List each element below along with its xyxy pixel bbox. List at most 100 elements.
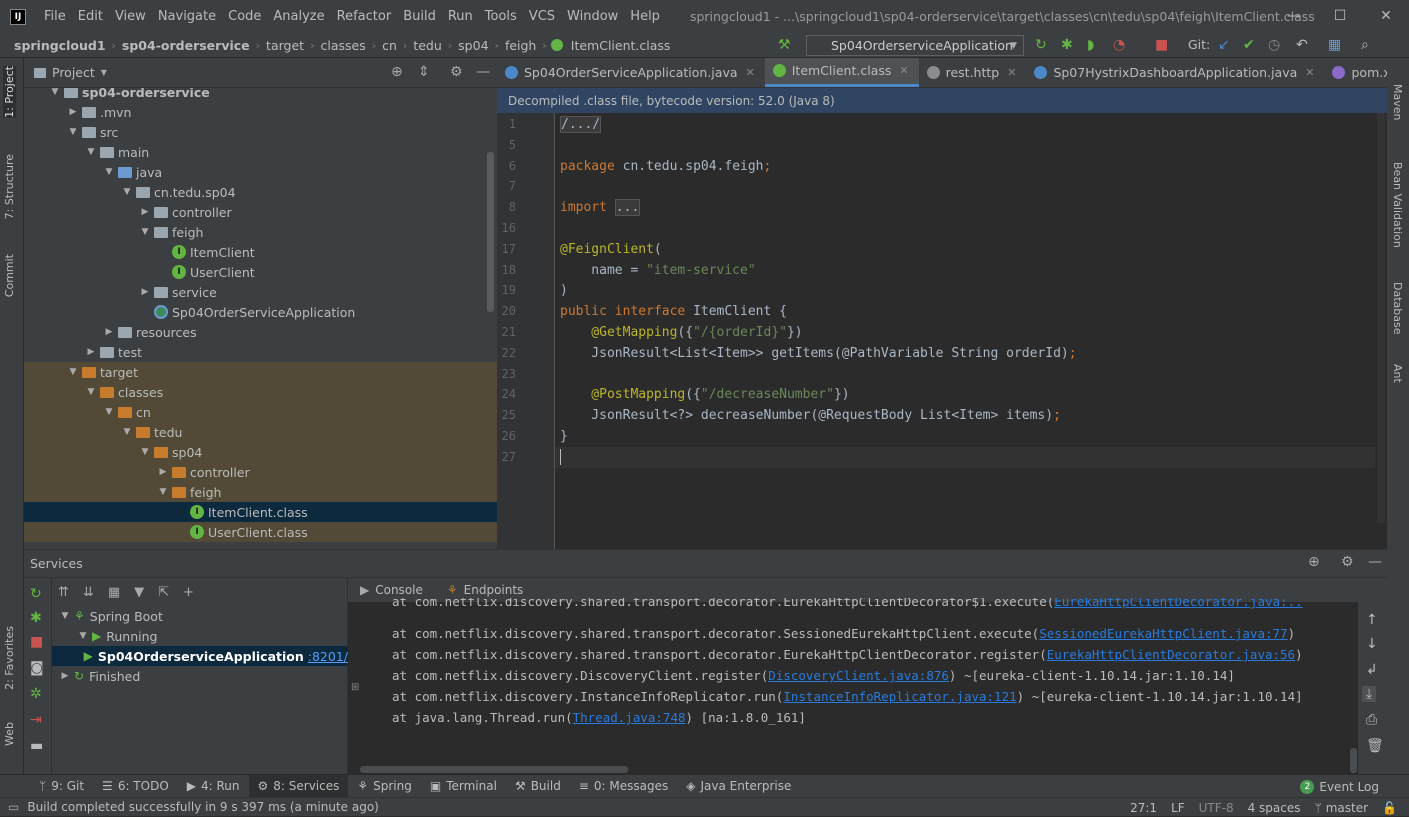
tree-item[interactable]: I ItemClient.class — [24, 502, 497, 522]
tree-item[interactable]: ▼ java — [24, 162, 497, 182]
print-icon[interactable]: ⎙ — [1366, 712, 1377, 728]
service-tree-item[interactable]: ▶ Sp04OrderserviceApplication:8201/ — [52, 646, 348, 666]
chevron-right-icon[interactable]: ▶ — [66, 107, 80, 117]
chevron-down-icon[interactable]: ▼ — [156, 487, 170, 497]
project-structure-icon[interactable]: ▦ — [1328, 37, 1341, 53]
chevron-down-icon[interactable]: ▼ — [66, 127, 80, 137]
tree-item[interactable]: ▼ cn — [24, 402, 497, 422]
lock-icon[interactable]: 🔓 — [1382, 801, 1397, 815]
chevron-right-icon[interactable]: ▶ — [138, 207, 152, 217]
tab-endpoints[interactable]: ⚘ Endpoints — [435, 583, 535, 597]
chevron-right-icon[interactable]: ▶ — [138, 287, 152, 297]
menu-navigate[interactable]: Navigate — [152, 9, 222, 24]
menu-file[interactable]: File — [38, 9, 72, 24]
chevron-down-icon[interactable]: ▼ — [66, 367, 80, 377]
indent-setting[interactable]: 4 spaces — [1248, 801, 1301, 815]
git-history-icon[interactable]: ◷ — [1268, 37, 1280, 53]
chevron-down-icon[interactable]: ▼ — [102, 407, 116, 417]
close-tab-icon[interactable]: ✕ — [1007, 66, 1016, 79]
breadcrumb-item[interactable]: feigh — [501, 38, 540, 53]
rerun-icon[interactable]: ↻ — [1035, 37, 1047, 53]
minimize-icon[interactable]: — — [1271, 0, 1317, 33]
line-separator[interactable]: LF — [1171, 801, 1185, 815]
down-arrow-icon[interactable]: ↓ — [1366, 636, 1378, 652]
service-port-link[interactable]: :8201/ — [308, 649, 348, 664]
chevron-right-icon[interactable]: ▶ — [84, 347, 98, 357]
editor-tab[interactable]: rest.http ✕ — [919, 58, 1027, 87]
tool-tab-maven[interactable]: Maven — [1391, 84, 1404, 120]
service-tree-item[interactable]: ▼ ▶ Running — [52, 626, 348, 646]
breadcrumb-item[interactable]: ItemClient.class — [567, 38, 675, 53]
close-tab-icon[interactable]: ✕ — [1305, 66, 1314, 79]
tab-console[interactable]: ▶ Console — [348, 583, 435, 597]
project-scrollbar[interactable] — [487, 152, 494, 312]
profile-icon[interactable]: ◔ — [1113, 37, 1125, 53]
scroll-to-end-icon[interactable]: ⤓ — [1362, 686, 1377, 702]
tree-item[interactable]: Sp04OrderServiceApplication — [24, 302, 497, 322]
tool-tab-bean-validation[interactable]: Bean Validation — [1391, 162, 1404, 248]
breadcrumb-item[interactable]: tedu — [409, 38, 445, 53]
hide-icon[interactable]: — — [476, 64, 490, 80]
tree-item[interactable]: ▼ feigh — [24, 222, 497, 242]
service-tree-item[interactable]: ▶ ↻ Finished — [52, 666, 348, 686]
git-commit-icon[interactable]: ✔ — [1243, 37, 1255, 53]
tree-item[interactable]: ▶ controller — [24, 462, 497, 482]
menu-window[interactable]: Window — [561, 9, 624, 24]
chevron-down-icon[interactable]: ▼ — [84, 147, 98, 157]
tool-tab-messages[interactable]: ≡ 0: Messages — [570, 775, 677, 798]
chevron-right-icon[interactable]: ▶ — [58, 671, 72, 681]
file-encoding[interactable]: UTF-8 — [1199, 801, 1234, 815]
menu-edit[interactable]: Edit — [72, 9, 109, 24]
group-icon[interactable]: ▦ — [108, 585, 120, 600]
source-link[interactable]: SessionedEurekaHttpClient.java:77 — [1039, 626, 1287, 641]
chevron-right-icon[interactable]: ▶ — [156, 467, 170, 477]
tree-item[interactable]: ▼ cn.tedu.sp04 — [24, 182, 497, 202]
debug-icon[interactable]: ✱ — [1061, 37, 1073, 53]
tool-tab-structure[interactable]: 7: Structure — [3, 154, 16, 219]
console-h-scrollbar[interactable] — [360, 766, 628, 773]
tree-item[interactable]: I UserClient.class — [24, 522, 497, 542]
close-tab-icon[interactable]: ✕ — [746, 66, 755, 79]
source-link[interactable]: InstanceInfoReplicator.java:121 — [783, 689, 1016, 704]
search-icon[interactable]: ⌕ — [1361, 37, 1369, 53]
tree-item[interactable]: ▶ test — [24, 342, 497, 362]
git-branch[interactable]: ᛘ master — [1315, 801, 1369, 815]
layout-icon[interactable]: ▬ — [30, 738, 43, 754]
caret-position[interactable]: 27:1 — [1130, 801, 1157, 815]
chevron-down-icon[interactable]: ▼ — [138, 447, 152, 457]
chevron-down-icon[interactable]: ▼ — [120, 427, 134, 437]
new-tab-icon[interactable]: ⇱ — [158, 585, 169, 600]
chevron-down-icon[interactable]: ▼ — [102, 167, 116, 177]
rollback-icon[interactable]: ↶ — [1296, 37, 1308, 53]
tool-tab-spring[interactable]: ⚘ Spring — [348, 775, 421, 798]
tree-item[interactable]: ▼ classes — [24, 382, 497, 402]
tool-tab-ant[interactable]: Ant — [1391, 364, 1404, 383]
globe-icon[interactable]: ⊕ — [1308, 554, 1320, 570]
tool-tab-todo[interactable]: ☰ 6: TODO — [93, 775, 178, 798]
code-editor[interactable]: /.../ package cn.tedu.sp04.feigh; import .… — [555, 113, 1387, 549]
gear-icon[interactable]: ⚙ — [450, 64, 463, 80]
editor-tab[interactable]: ItemClient.class ✕ — [764, 58, 919, 87]
close-tab-icon[interactable]: ✕ — [899, 64, 908, 77]
tool-tab-build[interactable]: ⚒ Build — [506, 775, 570, 798]
tree-item[interactable]: ▼ main — [24, 142, 497, 162]
menu-analyze[interactable]: Analyze — [267, 9, 330, 24]
tool-tab-services[interactable]: ⚙ 8: Services — [248, 774, 349, 798]
filter-icon[interactable]: ▼ — [134, 585, 144, 600]
close-window-icon[interactable]: ✕ — [1363, 0, 1409, 33]
tree-item[interactable]: ▼ target — [24, 362, 497, 382]
chevron-down-icon[interactable]: ▼ — [120, 187, 134, 197]
tree-item[interactable]: ▼ feigh — [24, 482, 497, 502]
tool-tab-web[interactable]: Web — [3, 722, 16, 746]
menu-refactor[interactable]: Refactor — [331, 9, 398, 24]
maximize-icon[interactable]: ☐ — [1317, 0, 1363, 33]
tree-item[interactable]: ▼ tedu — [24, 422, 497, 442]
tree-item[interactable]: ▼ sp04-orderservice — [24, 88, 497, 102]
tree-item[interactable]: I ItemClient — [24, 242, 497, 262]
project-title[interactable]: Project — [52, 65, 95, 80]
add-service-icon[interactable]: + — [183, 585, 194, 600]
editor-tab[interactable]: Sp04OrderServiceApplication.java ✕ — [497, 58, 765, 87]
git-update-icon[interactable]: ↙ — [1218, 37, 1230, 53]
menu-code[interactable]: Code — [222, 9, 267, 24]
breadcrumb-item[interactable]: sp04 — [454, 38, 492, 53]
